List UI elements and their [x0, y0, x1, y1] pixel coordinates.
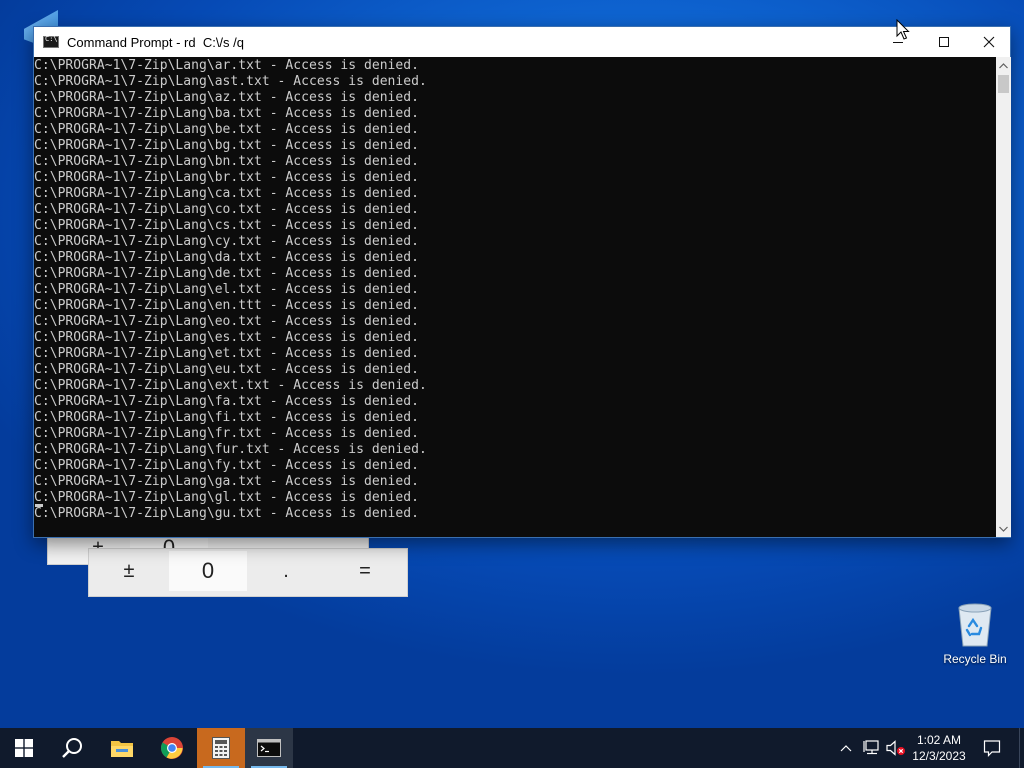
command-prompt-taskbar-button[interactable]	[245, 728, 293, 768]
console-line: C:\PROGRA~1\7-Zip\Lang\co.txt - Access i…	[34, 202, 419, 217]
console-line: C:\PROGRA~1\7-Zip\Lang\az.txt - Access i…	[34, 90, 419, 105]
calc-decimal-key[interactable]: .	[247, 551, 325, 591]
vertical-scrollbar[interactable]	[996, 57, 1011, 537]
console-line: C:\PROGRA~1\7-Zip\Lang\fi.txt - Access i…	[34, 410, 419, 425]
scroll-thumb[interactable]	[998, 75, 1009, 93]
console-line: C:\PROGRA~1\7-Zip\Lang\gu.txt - Access i…	[34, 506, 419, 521]
start-button[interactable]	[0, 728, 48, 768]
recycle-bin[interactable]: Recycle Bin	[938, 600, 1012, 666]
calc-negate-key[interactable]: ±	[89, 551, 169, 591]
console-output[interactable]: C:\PROGRA~1\7-Zip\Lang\ar.txt - Access i…	[34, 57, 996, 537]
console-line: C:\PROGRA~1\7-Zip\Lang\es.txt - Access i…	[34, 330, 419, 345]
mouse-pointer-icon	[896, 19, 910, 40]
show-hidden-icons-button[interactable]	[836, 728, 856, 768]
console-line: C:\PROGRA~1\7-Zip\Lang\ext.txt - Access …	[34, 378, 427, 393]
text-cursor	[35, 504, 43, 507]
file-explorer-icon	[111, 741, 133, 757]
recycle-bin-label: Recycle Bin	[943, 652, 1007, 666]
close-button[interactable]	[966, 27, 1012, 57]
calculator-taskbar-button[interactable]	[197, 728, 245, 768]
console-line: C:\PROGRA~1\7-Zip\Lang\cs.txt - Access i…	[34, 218, 419, 233]
console-line: C:\PROGRA~1\7-Zip\Lang\cy.txt - Access i…	[34, 234, 419, 249]
console-line: C:\PROGRA~1\7-Zip\Lang\da.txt - Access i…	[34, 250, 419, 265]
chevron-up-icon	[840, 745, 852, 752]
close-icon	[983, 36, 995, 48]
network-button[interactable]	[860, 728, 884, 768]
console-line: C:\PROGRA~1\7-Zip\Lang\ga.txt - Access i…	[34, 474, 419, 489]
recycle-bin-icon	[958, 603, 992, 647]
clock-date: 12/3/2023	[912, 749, 966, 763]
volume-button[interactable]	[884, 728, 908, 768]
console-line: C:\PROGRA~1\7-Zip\Lang\fa.txt - Access i…	[34, 394, 419, 409]
command-prompt-icon	[257, 739, 281, 757]
console-line: C:\PROGRA~1\7-Zip\Lang\en.ttt - Access i…	[34, 298, 419, 313]
console-line: C:\PROGRA~1\7-Zip\Lang\fur.txt - Access …	[34, 442, 427, 457]
maximize-button[interactable]	[921, 27, 967, 57]
chrome-button[interactable]	[148, 728, 196, 768]
windows-logo-icon	[15, 739, 33, 757]
calc-zero-key[interactable]: 0	[169, 551, 247, 591]
clock[interactable]: 1:02 AM 12/3/2023	[908, 728, 970, 768]
action-center-button[interactable]	[978, 728, 1006, 768]
calculator-window[interactable]: ± 0 . =	[88, 548, 408, 597]
network-icon	[863, 740, 879, 755]
maximize-icon	[939, 37, 949, 47]
search-button[interactable]	[48, 728, 96, 768]
console-line: C:\PROGRA~1\7-Zip\Lang\gl.txt - Access i…	[34, 490, 419, 505]
console-line: C:\PROGRA~1\7-Zip\Lang\ar.txt - Access i…	[34, 58, 419, 73]
file-explorer-button[interactable]	[98, 728, 146, 768]
show-desktop-button[interactable]	[1019, 728, 1024, 768]
console-line: C:\PROGRA~1\7-Zip\Lang\ast.txt - Access …	[34, 74, 427, 89]
window-title: Command Prompt - rd C:\/s /q	[67, 34, 244, 50]
console-line: C:\PROGRA~1\7-Zip\Lang\ca.txt - Access i…	[34, 186, 419, 201]
console-line: C:\PROGRA~1\7-Zip\Lang\de.txt - Access i…	[34, 266, 419, 281]
console-line: C:\PROGRA~1\7-Zip\Lang\bg.txt - Access i…	[34, 138, 419, 153]
console-line: C:\PROGRA~1\7-Zip\Lang\eo.txt - Access i…	[34, 314, 419, 329]
console-line: C:\PROGRA~1\7-Zip\Lang\fy.txt - Access i…	[34, 458, 419, 473]
console-line: C:\PROGRA~1\7-Zip\Lang\br.txt - Access i…	[34, 170, 419, 185]
console-line: C:\PROGRA~1\7-Zip\Lang\eu.txt - Access i…	[34, 362, 419, 377]
command-prompt-window[interactable]: Command Prompt - rd C:\/s /q C:\PROGRA~1…	[33, 26, 1011, 538]
chrome-icon	[161, 737, 183, 759]
console-line: C:\PROGRA~1\7-Zip\Lang\et.txt - Access i…	[34, 346, 419, 361]
command-prompt-icon	[43, 35, 59, 48]
console-line: C:\PROGRA~1\7-Zip\Lang\fr.txt - Access i…	[34, 426, 419, 441]
console-line: C:\PROGRA~1\7-Zip\Lang\el.txt - Access i…	[34, 282, 419, 297]
calc-equals-key[interactable]: =	[325, 551, 405, 591]
calculator-icon	[212, 737, 230, 759]
console-line: C:\PROGRA~1\7-Zip\Lang\ba.txt - Access i…	[34, 106, 419, 121]
title-bar[interactable]: Command Prompt - rd C:\/s /q	[34, 27, 1010, 57]
taskbar: 1:02 AM 12/3/2023	[0, 728, 1024, 768]
console-line: C:\PROGRA~1\7-Zip\Lang\bn.txt - Access i…	[34, 154, 419, 169]
console-line: C:\PROGRA~1\7-Zip\Lang\be.txt - Access i…	[34, 122, 419, 137]
notification-icon	[983, 740, 1001, 757]
volume-muted-icon	[886, 740, 905, 756]
clock-time: 1:02 AM	[916, 733, 962, 747]
scroll-up-arrow-icon[interactable]	[996, 57, 1011, 74]
search-icon	[62, 738, 82, 758]
scroll-down-arrow-icon[interactable]	[996, 520, 1011, 537]
